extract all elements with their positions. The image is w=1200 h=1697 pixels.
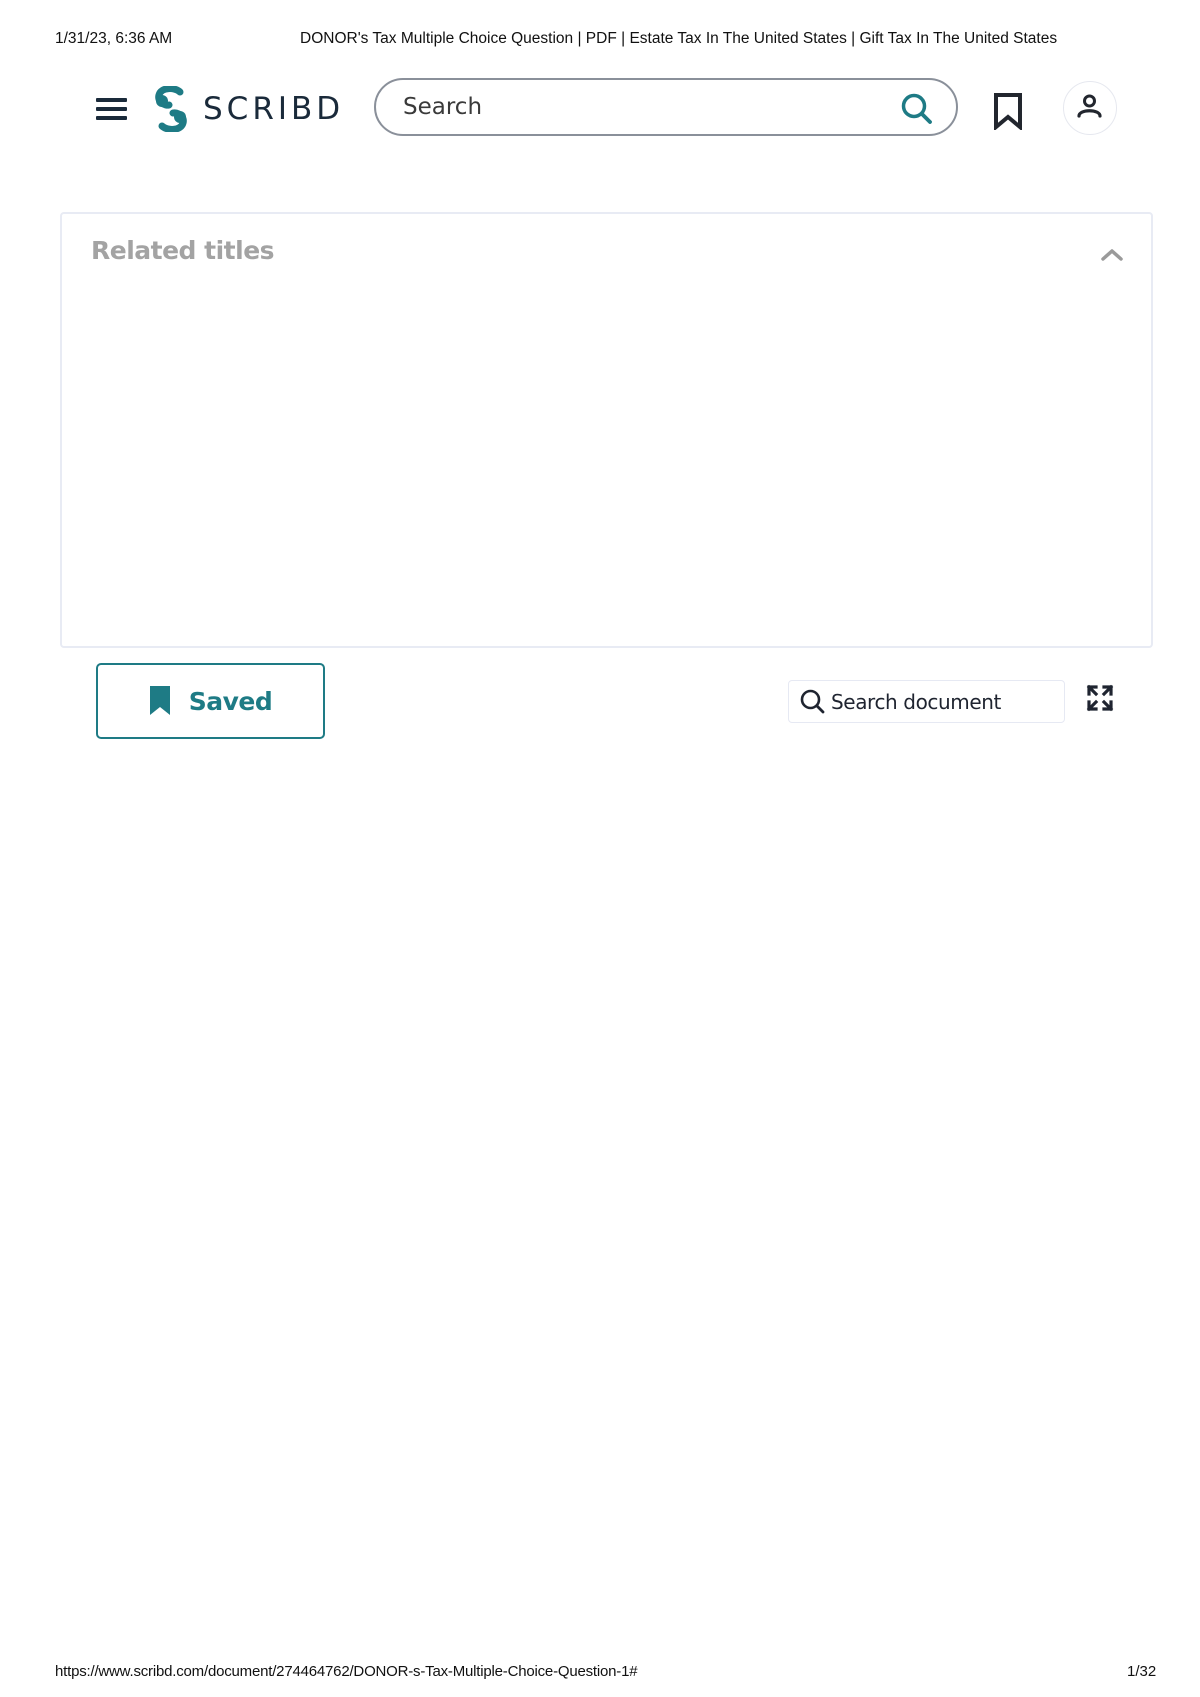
- search-document-box[interactable]: [788, 680, 1065, 723]
- logo-wordmark: SCRIBD: [203, 91, 345, 127]
- user-icon: [1077, 94, 1102, 118]
- search-icon: [800, 689, 825, 713]
- bookmark-filled-icon: [149, 686, 170, 715]
- saved-button[interactable]: Saved: [96, 663, 325, 739]
- user-account-button[interactable]: [1063, 81, 1117, 135]
- search-icon[interactable]: [900, 92, 934, 126]
- print-footer-url: https://www.scribd.com/document/27446476…: [55, 1663, 638, 1680]
- print-page-title: DONOR's Tax Multiple Choice Question | P…: [300, 30, 1058, 47]
- hamburger-menu-icon[interactable]: [96, 98, 127, 120]
- expand-icon[interactable]: [1086, 684, 1114, 712]
- site-search-box[interactable]: [374, 78, 958, 136]
- print-date: 1/31/23, 6:36 AM: [55, 30, 173, 47]
- related-titles-heading: Related titles: [91, 236, 275, 265]
- chevron-up-icon[interactable]: [1098, 244, 1126, 264]
- site-search-input[interactable]: [401, 93, 885, 121]
- saved-button-label: Saved: [188, 686, 273, 716]
- search-document-input[interactable]: [831, 689, 1061, 714]
- bookmark-icon[interactable]: [993, 92, 1023, 132]
- scribd-logo-icon: [155, 86, 187, 132]
- print-page-number: 1/32: [1127, 1663, 1157, 1680]
- related-titles-panel: Related titles: [60, 212, 1153, 648]
- scribd-logo[interactable]: SCRIBD: [153, 86, 344, 132]
